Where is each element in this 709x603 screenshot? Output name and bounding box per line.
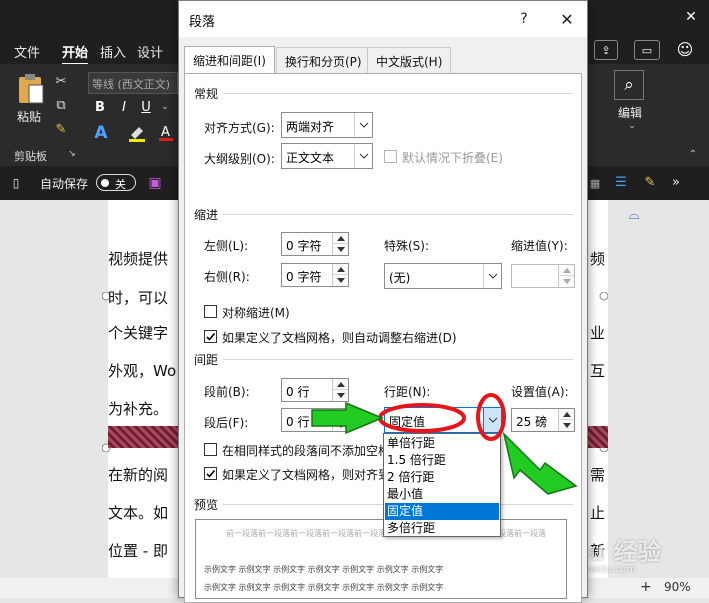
annotation-overlay: [311, 393, 578, 495]
annotation-arrow: [502, 431, 578, 495]
annotation-arrow: [311, 401, 384, 435]
annotation-circle: [378, 403, 466, 433]
annotation-circle: [476, 393, 506, 441]
